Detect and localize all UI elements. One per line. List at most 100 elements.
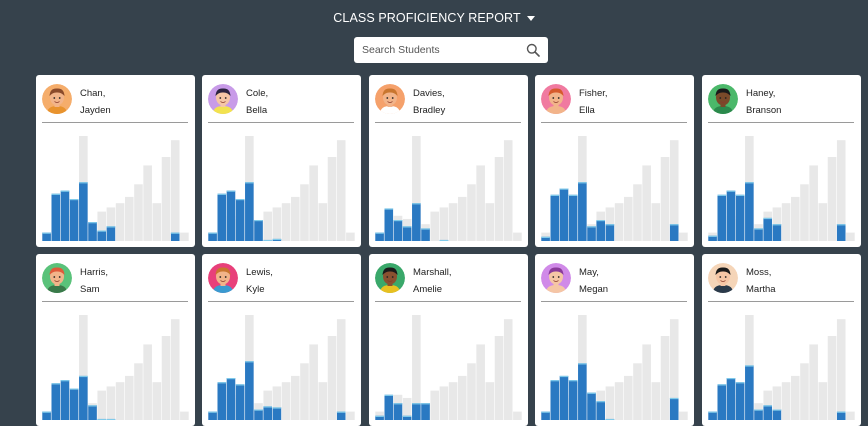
reference-bar: [263, 211, 273, 241]
student-bar-cap: [402, 226, 412, 228]
reference-bar: [143, 344, 152, 420]
student-bar: [245, 182, 254, 241]
reference-bar: [818, 382, 828, 420]
proficiency-chart: [375, 315, 522, 420]
search-input[interactable]: [362, 44, 526, 56]
student-bar-cap: [605, 224, 615, 226]
student-first-name: Sam: [80, 284, 100, 295]
reference-bar: [134, 363, 143, 420]
student-bar-cap: [735, 194, 745, 196]
reference-bar: [448, 203, 458, 241]
student-card[interactable]: Davies, Bradley: [369, 75, 528, 247]
card-divider: [708, 122, 854, 123]
proficiency-chart: [208, 136, 355, 241]
reference-bar: [790, 375, 800, 420]
reference-bar: [272, 207, 282, 241]
student-bar-cap: [754, 228, 763, 230]
student-bar-cap: [587, 226, 596, 228]
reference-bar: [513, 411, 522, 420]
student-bar-cap: [717, 194, 727, 196]
reference-bar: [660, 336, 670, 420]
reference-bar: [800, 184, 809, 241]
student-bar-cap: [254, 220, 263, 222]
caret-down-icon[interactable]: [526, 15, 535, 21]
student-card[interactable]: Chan, Jayden: [36, 75, 195, 247]
student-bar-cap: [763, 405, 773, 407]
student-bar-cap: [708, 411, 717, 413]
reference-bar: [180, 232, 189, 241]
student-first-name: Martha: [746, 284, 776, 295]
student-bar-cap: [226, 378, 236, 380]
student-bar-cap: [272, 238, 282, 241]
student-card[interactable]: Cole, Bella: [202, 75, 361, 247]
reference-bar: [494, 157, 504, 241]
reference-bar: [836, 319, 846, 420]
student-bar: [384, 208, 394, 241]
student-avatar: [208, 263, 238, 293]
student-bar-cap: [97, 230, 107, 232]
student-bar: [375, 232, 384, 241]
student-card[interactable]: Haney, Branson: [702, 75, 861, 247]
reference-bar: [124, 196, 134, 241]
proficiency-chart: [708, 136, 855, 241]
student-avatar: [541, 263, 571, 293]
student-bar-cap: [79, 375, 88, 378]
student-bar-cap: [245, 361, 254, 363]
reference-bar: [467, 184, 476, 241]
reference-bar: [503, 140, 513, 241]
reference-bar: [485, 203, 495, 241]
student-bar: [717, 194, 727, 241]
student-bar-cap: [263, 406, 273, 408]
reference-bar: [633, 184, 642, 241]
student-bar-cap: [217, 382, 227, 384]
student-first-name: Jayden: [80, 105, 111, 116]
student-bar: [421, 228, 430, 241]
search-icon[interactable]: [526, 43, 540, 57]
student-bar-cap: [745, 365, 754, 367]
student-bar: [393, 220, 403, 241]
report-title-dropdown[interactable]: CLASS PROFICIENCY REPORT: [0, 8, 868, 28]
student-card[interactable]: Moss, Martha: [702, 254, 861, 426]
student-bar: [235, 384, 245, 420]
student-bar: [263, 406, 273, 420]
student-card[interactable]: Marshall, Amelie: [369, 254, 528, 426]
reference-bar: [143, 165, 152, 241]
student-card[interactable]: Harris, Sam: [36, 254, 195, 426]
student-bar-cap: [336, 411, 346, 413]
student-bar: [578, 182, 587, 241]
student-bar-cap: [208, 411, 217, 413]
reference-bar: [485, 382, 495, 420]
reference-bar: [346, 411, 355, 420]
student-bar-cap: [550, 194, 560, 196]
reference-bar: [336, 319, 346, 420]
student-card[interactable]: Fisher, Ella: [535, 75, 694, 247]
student-card[interactable]: May, Megan: [535, 254, 694, 426]
student-bar-cap: [568, 194, 578, 196]
student-bar: [88, 222, 97, 241]
card-divider: [541, 301, 687, 302]
reference-bar: [827, 336, 837, 420]
student-card[interactable]: Lewis, Kyle: [202, 254, 361, 426]
student-bar-cap: [79, 182, 88, 184]
reference-bar: [846, 232, 855, 241]
student-bar-cap: [772, 224, 782, 226]
reference-bar: [633, 363, 642, 420]
student-bar: [568, 194, 578, 241]
student-bar-cap: [421, 228, 430, 230]
reference-bar: [161, 157, 171, 241]
reference-bar: [318, 382, 328, 420]
card-divider: [375, 301, 521, 302]
reference-bar: [134, 184, 143, 241]
student-bar: [226, 378, 236, 420]
card-divider: [375, 122, 521, 123]
student-last-name: May,: [579, 267, 599, 278]
reference-bar: [161, 336, 171, 420]
student-avatar: [375, 84, 405, 114]
student-bar: [245, 361, 254, 420]
student-first-name: Branson: [746, 105, 782, 116]
reference-bar: [457, 196, 467, 241]
student-bar-cap: [375, 415, 384, 417]
student-bar: [60, 190, 70, 241]
reference-bar: [346, 232, 355, 241]
student-bar: [763, 217, 773, 241]
